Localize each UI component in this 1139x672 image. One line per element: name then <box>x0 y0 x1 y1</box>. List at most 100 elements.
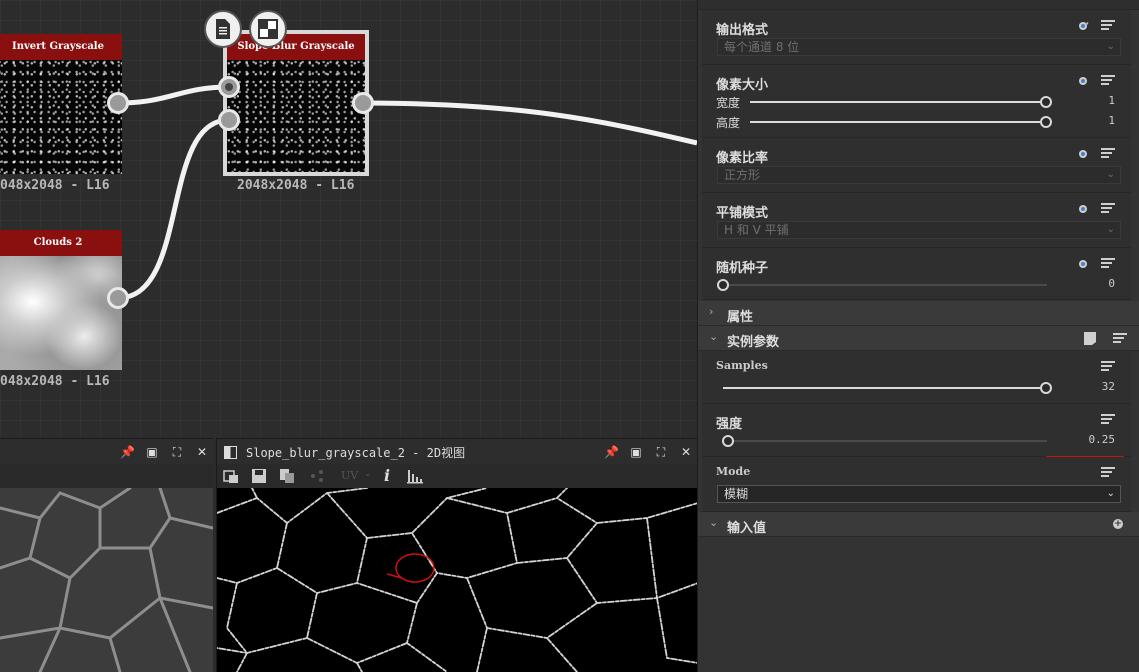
document-icon[interactable] <box>204 10 242 48</box>
seed-slider[interactable] <box>717 279 1047 291</box>
output-port[interactable] <box>107 287 129 309</box>
menu-icon[interactable] <box>1101 148 1115 160</box>
info-icon[interactable]: i <box>384 466 390 485</box>
group-properties[interactable]: › 属性 <box>698 301 1139 326</box>
link-icon[interactable] <box>1074 147 1092 161</box>
menu-icon[interactable] <box>1113 333 1127 345</box>
slider-value[interactable]: 0.25 <box>1089 433 1116 446</box>
right-view-canvas[interactable] <box>216 488 697 672</box>
section-title: 像素比率 <box>716 151 769 166</box>
restore-icon[interactable]: ▣ <box>145 445 159 459</box>
input-port-slope[interactable] <box>218 109 240 131</box>
input-port-source[interactable] <box>218 76 240 98</box>
link-icon[interactable]: ▾ <box>1074 19 1092 33</box>
intensity-slider[interactable] <box>722 435 1047 447</box>
svg-text:▾: ▾ <box>1086 21 1089 27</box>
group-inputs[interactable]: ⌄ 输入值 + <box>698 512 1139 537</box>
maximize-icon[interactable]: ⛶ <box>170 445 184 459</box>
section-seed: 随机种子 0 <box>702 248 1131 300</box>
tiling-dropdown: H 和 V 平铺 ⌄ <box>717 221 1121 239</box>
uv-button: UV <box>341 469 359 482</box>
slider-value[interactable]: 0 <box>1108 277 1115 290</box>
output-port[interactable] <box>107 92 129 114</box>
section-title: Mode <box>716 465 751 478</box>
slider-value[interactable]: 32 <box>1102 380 1115 393</box>
chevron-down-icon: ⌄ <box>1106 224 1115 235</box>
node-title: Clouds 2 <box>0 230 122 256</box>
section-intensity: 强度 0.25 <box>702 404 1131 457</box>
section-title: 平铺模式 <box>716 206 769 221</box>
mode-dropdown[interactable]: 模糊 ⌄ <box>717 485 1121 503</box>
group-instance-params[interactable]: ⌄ 实例参数 <box>698 326 1139 351</box>
node-slope-blur-grayscale[interactable]: Slope Blur Grayscale <box>223 30 369 176</box>
height-slider[interactable] <box>750 116 1052 128</box>
height-slider-row: 高度 1 <box>702 114 1131 130</box>
width-slider-row: 宽度 1 <box>702 94 1131 110</box>
node-caption: 048x2048 - L16 <box>0 374 110 389</box>
link-icon[interactable] <box>1074 257 1092 271</box>
preset-icon[interactable] <box>1083 331 1097 346</box>
menu-icon[interactable] <box>1101 258 1115 270</box>
maximize-icon[interactable]: ⛶ <box>654 445 668 459</box>
slider-knob[interactable] <box>722 435 734 447</box>
link-icon[interactable] <box>1074 74 1092 88</box>
chevron-down-icon: ⌄ <box>709 516 719 529</box>
section-title: 强度 <box>716 417 743 432</box>
checker-icon[interactable] <box>249 10 287 48</box>
close-icon[interactable]: ✕ <box>195 445 209 459</box>
left-view-canvas[interactable] <box>0 488 213 672</box>
node-graph[interactable]: Invert Grayscale 048x2048 - L16 Slope Bl… <box>0 0 697 438</box>
node-caption: 2048x2048 - L16 <box>237 178 355 193</box>
link-icon[interactable] <box>1074 202 1092 216</box>
left-view-toolbar <box>0 464 213 488</box>
pin-icon[interactable]: 📌 <box>604 445 619 459</box>
copy-icon[interactable] <box>279 468 295 484</box>
slider-knob[interactable] <box>1040 116 1052 128</box>
slider-label: 宽度 <box>716 96 741 110</box>
output-format-dropdown: 每个通道 8 位 ⌄ <box>717 38 1121 56</box>
add-icon[interactable]: + <box>1113 519 1123 529</box>
slider-knob[interactable] <box>1040 382 1052 394</box>
menu-icon[interactable] <box>1101 361 1115 373</box>
wire-clouds-to-slope <box>117 117 230 301</box>
slider-knob[interactable] <box>717 279 729 291</box>
group-title: 实例参数 <box>727 335 780 350</box>
chevron-down-icon: ⌄ <box>709 330 719 343</box>
pin-icon[interactable]: 📌 <box>120 445 135 459</box>
section-pixel-ratio: 像素比率 正方形 ⌄ <box>702 138 1131 193</box>
menu-icon[interactable] <box>1101 414 1115 426</box>
samples-slider[interactable] <box>723 382 1052 394</box>
share-icon <box>311 470 323 482</box>
node-caption: 048x2048 - L16 <box>0 178 110 193</box>
save-icon[interactable] <box>251 468 267 484</box>
menu-icon[interactable] <box>1101 75 1115 87</box>
section-pixel-size: 像素大小 宽度 1 高度 1 <box>702 65 1131 138</box>
panel-scroll-top <box>698 0 1139 10</box>
node-thumbnail <box>227 60 365 172</box>
node-invert-grayscale[interactable]: Invert Grayscale <box>0 34 122 174</box>
chevron-down-icon: ⌄ <box>1106 169 1115 180</box>
section-title: 像素大小 <box>716 78 769 93</box>
wire-invert-to-slope <box>117 84 230 106</box>
restore-icon[interactable]: ▣ <box>629 445 643 459</box>
wire-slope-to-out <box>361 100 697 146</box>
export-icon[interactable] <box>223 468 239 484</box>
node-title: Slope Blur Grayscale <box>227 34 365 60</box>
dropdown-value: 正方形 <box>724 168 761 182</box>
view-title: Slope_blur_grayscale_2 - 2D视图 <box>246 446 466 460</box>
width-slider[interactable] <box>750 96 1052 108</box>
menu-icon[interactable] <box>1101 20 1115 32</box>
menu-icon[interactable] <box>1101 203 1115 215</box>
chevron-down-icon: ⌄ <box>364 469 372 479</box>
chevron-down-icon: ⌄ <box>1106 488 1115 499</box>
slider-value[interactable]: 1 <box>1108 94 1115 107</box>
chevron-right-icon: › <box>709 305 714 318</box>
slider-value[interactable]: 1 <box>1108 114 1115 127</box>
close-icon[interactable]: ✕ <box>679 445 693 459</box>
output-port[interactable] <box>352 92 374 114</box>
histogram-icon[interactable] <box>407 468 423 484</box>
menu-icon[interactable] <box>1101 467 1115 479</box>
node-clouds-2[interactable]: Clouds 2 <box>0 230 122 370</box>
slider-knob[interactable] <box>1040 96 1052 108</box>
dropdown-value: H 和 V 平铺 <box>724 223 789 237</box>
